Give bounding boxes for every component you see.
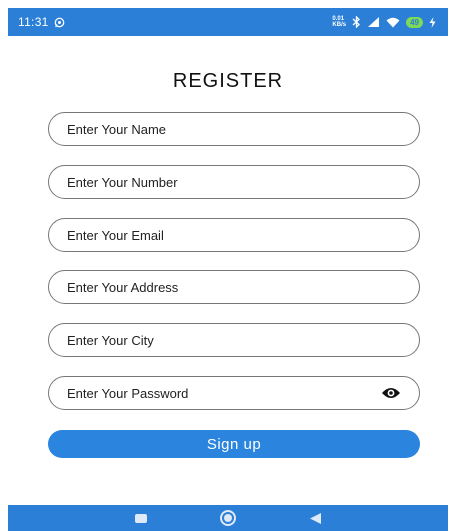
page-title: REGISTER [172,70,284,92]
eye-icon[interactable] [381,386,401,400]
address-input[interactable] [67,279,401,295]
address-field[interactable] [48,270,420,304]
battery-icon: 49 [406,16,423,28]
charging-icon [429,16,436,28]
number-input[interactable] [67,174,401,190]
email-input[interactable] [67,227,401,243]
number-field[interactable] [48,165,420,199]
signal-icon [368,17,380,27]
wifi-icon [386,17,400,27]
city-field[interactable] [48,323,420,357]
password-input[interactable] [67,385,401,401]
sign-up-button[interactable]: Sign up [48,430,420,458]
network-speed: 0.01 KB/s [332,16,346,28]
status-bar: 11:31 0.01 KB/s 49 [8,8,448,36]
email-field[interactable] [48,218,420,252]
recent-apps-icon[interactable] [134,513,147,523]
navigation-bar [8,505,448,531]
status-right: 0.01 KB/s 49 [332,16,436,28]
name-field[interactable] [48,112,420,146]
bluetooth-icon [352,16,361,28]
password-field[interactable] [48,376,420,410]
name-input[interactable] [67,121,401,137]
whatsapp-icon [54,17,64,27]
network-speed-unit: KB/s [332,22,347,28]
status-time: 11:31 [18,15,49,29]
city-input[interactable] [67,332,401,348]
status-left: 11:31 [18,15,65,29]
back-icon[interactable] [309,512,322,525]
home-icon[interactable] [219,510,236,526]
